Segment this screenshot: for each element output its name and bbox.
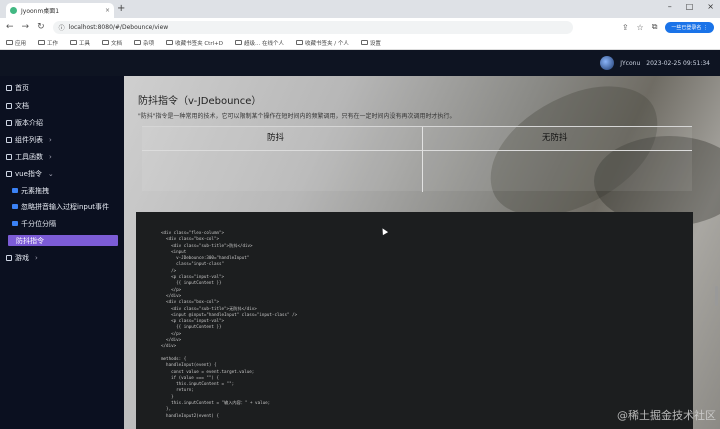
- info-icon[interactable]: ⓘ: [59, 23, 65, 32]
- bookmark-item[interactable]: 文档: [102, 39, 122, 47]
- window-controls: – □ ×: [668, 2, 714, 11]
- folder-icon: [70, 40, 78, 45]
- new-tab-icon[interactable]: +: [117, 3, 125, 15]
- sidebar-item-components[interactable]: 组件列表 ›: [6, 134, 52, 145]
- chevron-right-icon: ›: [35, 253, 38, 262]
- sidebar-item-docs[interactable]: 文档: [6, 100, 29, 111]
- home-icon: [6, 84, 12, 91]
- directive-icon: [6, 170, 12, 177]
- bookmark-item[interactable]: 超级... 在线个人: [234, 39, 284, 47]
- sidebar-subitem-drag[interactable]: 元素拖拽: [12, 185, 49, 196]
- bookmark-icon: [12, 188, 18, 193]
- sidebar-item-version[interactable]: 版本介绍: [6, 117, 43, 128]
- url-text: localhost:8080/#/Debounce/view: [68, 23, 169, 31]
- profile-button[interactable]: 一些已登录名 ⋮: [665, 21, 714, 33]
- bookmark-item[interactable]: 工具: [70, 39, 90, 47]
- version-icon: [6, 119, 12, 126]
- panel-divider-vertical: [422, 127, 423, 192]
- main-content: 防抖指令（v-JDebounce） "防抖"指令是一种常用的技术，它可以限制某个…: [124, 76, 720, 429]
- back-icon[interactable]: ←: [6, 18, 14, 36]
- sidebar-item-game[interactable]: 游戏 ›: [6, 252, 38, 263]
- bookmark-item[interactable]: 收藏书签夹 Ctrl+D: [166, 39, 223, 47]
- tools-icon: [6, 153, 12, 160]
- toolbar-icons: ⇪ ☆ ⧉ 一些已登录名 ⋮: [622, 21, 714, 33]
- vue-favicon-icon: [10, 7, 17, 14]
- username: JYconu: [620, 59, 641, 67]
- tab-strip: Jyoonm桌面1 × + – □ ×: [0, 0, 720, 18]
- bookmark-item[interactable]: 应用: [6, 39, 26, 47]
- forward-icon[interactable]: →: [22, 18, 30, 36]
- browser-toolbar: ← → ↻ ⓘ localhost:8080/#/Debounce/view ⇪…: [0, 18, 720, 36]
- sidebar-subitem-thousands[interactable]: 千分位分隔: [12, 218, 56, 229]
- address-bar[interactable]: ⓘ localhost:8080/#/Debounce/view: [52, 20, 573, 34]
- folder-icon: [102, 40, 110, 45]
- close-tab-icon[interactable]: ×: [105, 7, 110, 14]
- bookmark-item[interactable]: 设置: [360, 39, 381, 47]
- sidebar-subitem-debounce[interactable]: 防抖指令: [8, 235, 118, 246]
- extensions-icon[interactable]: ⧉: [652, 22, 658, 32]
- reload-icon[interactable]: ↻: [37, 18, 45, 36]
- demo-panel: 防抖 无防抖: [142, 126, 692, 192]
- folder-icon: [360, 40, 368, 45]
- bookmark-item[interactable]: 杂项: [134, 39, 154, 47]
- page-description: "防抖"指令是一种常用的技术，它可以限制某个操作在短时间内的频繁调用，只有在一定…: [138, 113, 456, 120]
- folder-icon: [6, 40, 13, 45]
- folder-icon: [38, 40, 46, 45]
- sidebar-item-tools[interactable]: 工具函数 ›: [6, 151, 52, 162]
- avatar[interactable]: [600, 56, 615, 70]
- datetime: 2023-02-25 09:51:34: [646, 59, 710, 67]
- folder-icon: [234, 40, 242, 45]
- code-block: <div class="flex-column"> <div class="bo…: [136, 212, 693, 429]
- bookmark-icon: [12, 221, 18, 226]
- maximize-icon[interactable]: □: [686, 2, 694, 11]
- bookmarks-bar: 应用 工作 工具 文档 杂项 收藏书签夹 Ctrl+D 超级... 在线个人 收…: [0, 36, 720, 50]
- app-header: JYconu 2023-02-25 09:51:34: [0, 50, 720, 76]
- components-icon: [6, 136, 12, 143]
- scrollbar[interactable]: [715, 286, 718, 306]
- close-window-icon[interactable]: ×: [707, 2, 714, 11]
- chevron-right-icon: ›: [49, 135, 52, 144]
- bookmark-item[interactable]: 收藏书签夹 / 个人: [295, 39, 349, 47]
- bookmark-icon: [12, 204, 18, 209]
- folder-icon: [134, 40, 142, 45]
- sidebar: 首页 文档 版本介绍 组件列表 › 工具函数 › vue指令 ⌄ 元素拖拽 忽略拼音输…: [0, 76, 124, 429]
- folder-icon: [166, 40, 174, 45]
- tab-title: Jyoonm桌面1: [21, 8, 60, 15]
- chevron-down-icon: ⌄: [47, 169, 54, 178]
- browser-tab[interactable]: Jyoonm桌面1 ×: [6, 3, 114, 18]
- minimize-icon[interactable]: –: [668, 2, 672, 11]
- share-icon[interactable]: ⇪: [622, 23, 629, 32]
- page-title: 防抖指令（v-JDebounce）: [138, 96, 262, 107]
- watermark: @稀土掘金技术社区: [617, 409, 716, 422]
- bookmark-item[interactable]: 工作: [38, 39, 58, 47]
- bookmark-star-icon[interactable]: ☆: [637, 23, 644, 32]
- sidebar-item-vue-directives[interactable]: vue指令 ⌄: [6, 168, 54, 179]
- debounce-heading: 防抖: [267, 133, 285, 143]
- sidebar-item-home[interactable]: 首页: [6, 82, 29, 93]
- chevron-right-icon: ›: [49, 152, 52, 161]
- folder-icon: [295, 40, 303, 45]
- sidebar-subitem-pinyin-input[interactable]: 忽略拼音输入过程input事件: [12, 201, 109, 212]
- game-icon: [6, 254, 12, 261]
- docs-icon: [6, 102, 12, 109]
- panel-divider-horizontal: [142, 150, 692, 151]
- no-debounce-heading: 无防抖: [542, 133, 568, 143]
